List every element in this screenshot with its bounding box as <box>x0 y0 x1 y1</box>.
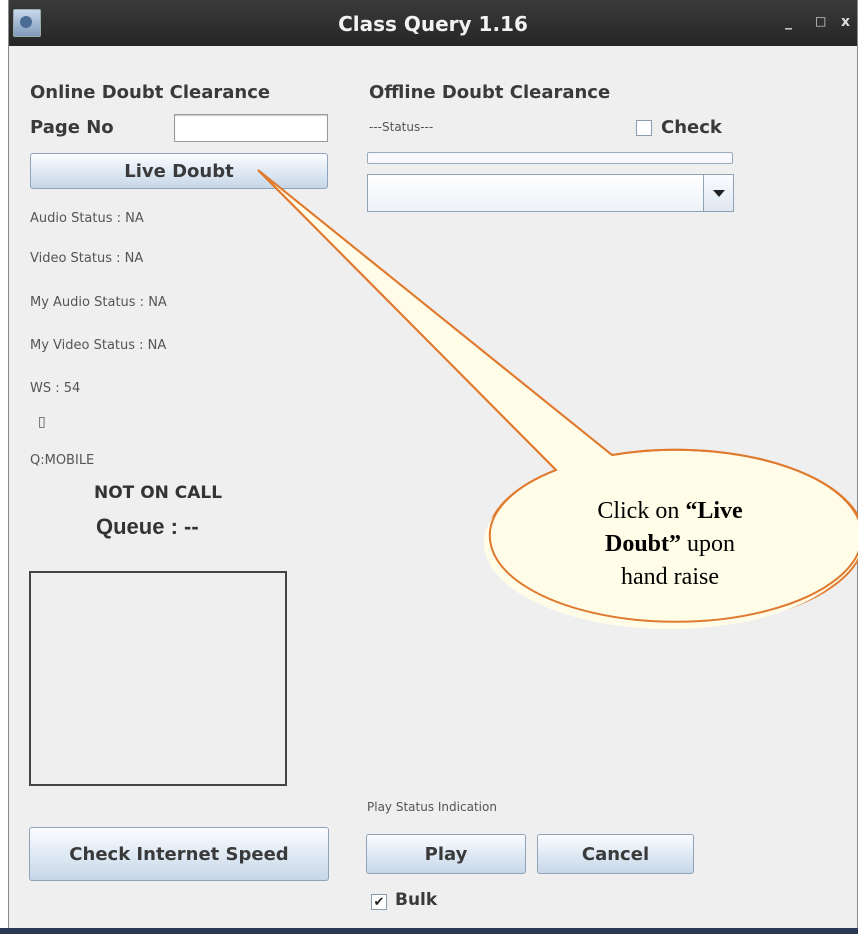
play-status-indication: Play Status Indication <box>367 800 497 814</box>
video-preview-box <box>29 571 287 786</box>
callout-bold-doubt: Doubt” <box>604 531 682 557</box>
q-mobile-label: Q:MOBILE <box>30 453 95 468</box>
close-icon[interactable]: x <box>841 14 850 30</box>
check-label: Check <box>661 117 722 138</box>
offline-combo-box[interactable] <box>367 174 734 212</box>
my-video-status: My Video Status : NA <box>30 338 167 353</box>
window-bottom-edge <box>0 928 858 934</box>
online-doubt-heading: Online Doubt Clearance <box>30 82 271 103</box>
audio-status: Audio Status : NA <box>30 211 144 226</box>
chevron-down-icon[interactable] <box>703 175 733 211</box>
page-no-label: Page No <box>30 117 114 138</box>
callout-bold-live: “Live <box>685 498 743 524</box>
check-checkbox[interactable] <box>636 120 652 136</box>
ws-indicator-icon: ▯ <box>38 414 46 430</box>
my-audio-status: My Audio Status : NA <box>30 295 167 310</box>
page-no-input[interactable] <box>174 114 328 142</box>
title-bar[interactable]: Class Query 1.16 _ □ x <box>9 0 857 46</box>
offline-status: ---Status--- <box>369 120 434 134</box>
bulk-checkbox[interactable]: ✔ <box>371 894 387 910</box>
offline-doubt-heading: Offline Doubt Clearance <box>369 82 611 103</box>
callout-line2: upon <box>681 531 736 557</box>
offline-progress-bar <box>367 152 733 164</box>
queue-status: Queue : -- <box>96 514 199 539</box>
window-title: Class Query 1.16 <box>338 12 528 36</box>
callout-line1: Click on <box>597 498 686 524</box>
call-status: NOT ON CALL <box>94 483 223 503</box>
live-doubt-button[interactable]: Live Doubt <box>30 153 328 189</box>
class-query-window: Class Query 1.16 _ □ x <box>8 0 858 930</box>
video-status: Video Status : NA <box>30 251 144 266</box>
callout-line3: hand raise <box>621 564 719 590</box>
callout-text: Click on “Live Doubt” upon hand raise <box>520 495 820 594</box>
minimize-icon[interactable]: _ <box>785 14 792 30</box>
ws-status: WS : 54 <box>30 381 81 396</box>
check-internet-speed-button[interactable]: Check Internet Speed <box>29 827 329 881</box>
maximize-icon[interactable]: □ <box>815 14 826 28</box>
check-mark-icon: ✔ <box>373 894 385 910</box>
bulk-label: Bulk <box>395 890 438 910</box>
cancel-button[interactable]: Cancel <box>537 834 694 874</box>
play-button[interactable]: Play <box>366 834 526 874</box>
